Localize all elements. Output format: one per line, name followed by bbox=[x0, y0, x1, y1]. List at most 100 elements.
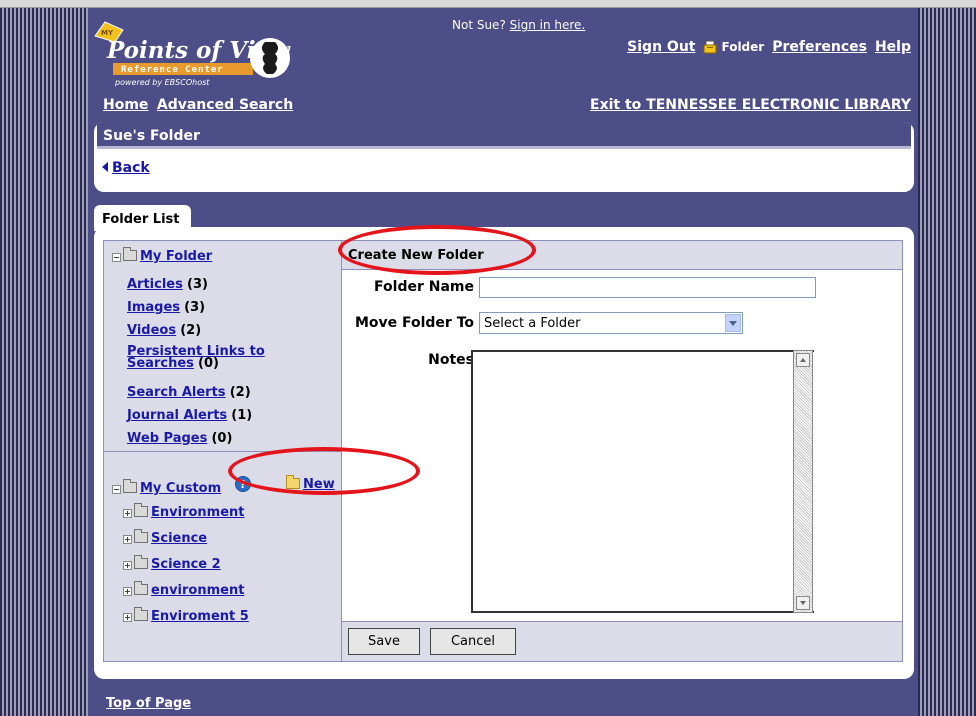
folder-tree: − My Folder Articles (3) Images (3) Video… bbox=[104, 241, 342, 661]
back-label: Back bbox=[112, 160, 150, 176]
folder-name-input[interactable] bbox=[479, 277, 816, 298]
points-of-view-logo[interactable]: MY Points of View Reference Center power… bbox=[93, 20, 303, 92]
top-links: Sign Out Folder Preferences Help bbox=[627, 39, 911, 55]
expand-icon[interactable]: + bbox=[123, 509, 132, 518]
my-custom-link[interactable]: My Custom bbox=[140, 481, 221, 496]
folder-name-label: Folder Name bbox=[374, 279, 474, 295]
tree-item-count: (2) bbox=[180, 323, 202, 338]
new-folder-button[interactable]: New bbox=[286, 475, 335, 492]
main-nav: Home Advanced Search bbox=[103, 97, 297, 113]
tree-item-count: (3) bbox=[184, 300, 206, 315]
top-of-page-wrap: Top of Page bbox=[106, 696, 191, 711]
custom-folder-item[interactable]: + Science 2 bbox=[123, 555, 221, 572]
tree-item-label[interactable]: Images bbox=[127, 300, 180, 315]
new-folder-icon bbox=[286, 475, 300, 489]
my-folder-link[interactable]: My Folder bbox=[140, 249, 212, 264]
folder-stack-icon bbox=[703, 40, 717, 53]
create-folder-heading: Create New Folder bbox=[342, 241, 902, 270]
help-icon[interactable]: ? bbox=[235, 476, 251, 492]
save-button[interactable]: Save bbox=[348, 628, 420, 655]
custom-folder-link[interactable]: Science bbox=[151, 531, 207, 546]
folder-link-label: Folder bbox=[721, 40, 765, 54]
folder-icon bbox=[123, 479, 137, 493]
left-background-stripes bbox=[0, 8, 88, 716]
custom-folder-link[interactable]: Environment bbox=[151, 505, 245, 520]
custom-folder-link[interactable]: Enviroment 5 bbox=[151, 609, 249, 624]
not-user-text: Not Sue? bbox=[452, 18, 506, 32]
folder-icon bbox=[123, 247, 137, 261]
logo-my-text: MY bbox=[101, 29, 114, 37]
back-arrow-icon bbox=[102, 162, 108, 172]
sign-in-link[interactable]: Sign in here. bbox=[510, 18, 586, 32]
custom-folder-item[interactable]: + Environment bbox=[123, 503, 245, 520]
tree-item-label[interactable]: Journal Alerts bbox=[127, 408, 227, 423]
notes-textarea[interactable] bbox=[471, 350, 814, 613]
folder-icon bbox=[134, 503, 148, 517]
tree-root-row: − My Folder bbox=[112, 247, 212, 264]
chevron-down-icon[interactable] bbox=[725, 314, 741, 332]
tree-item-label-line2[interactable]: Searches bbox=[127, 356, 194, 371]
expand-icon[interactable]: + bbox=[123, 535, 132, 544]
tree-item-web-pages[interactable]: Web Pages (0) bbox=[127, 431, 232, 446]
folder-icon bbox=[134, 607, 148, 621]
move-folder-select[interactable]: Select a Folder bbox=[479, 312, 743, 334]
expand-icon[interactable]: + bbox=[123, 613, 132, 622]
tree-item-count: (2) bbox=[229, 385, 251, 400]
right-background-stripes bbox=[918, 8, 976, 716]
help-link[interactable]: Help bbox=[875, 39, 911, 55]
preferences-link[interactable]: Preferences bbox=[772, 39, 867, 55]
logo-powered-text: powered by EBSCOhost bbox=[114, 78, 210, 87]
tree-item-label[interactable]: Articles bbox=[127, 277, 183, 292]
tab-folder-list[interactable]: Folder List bbox=[94, 205, 191, 231]
tree-item-videos[interactable]: Videos (2) bbox=[127, 323, 201, 338]
custom-folder-item[interactable]: + Science bbox=[123, 529, 207, 546]
scroll-up-icon[interactable] bbox=[796, 353, 810, 367]
custom-folder-item[interactable]: + Enviroment 5 bbox=[123, 607, 249, 624]
notes-scrollbar[interactable] bbox=[793, 350, 813, 613]
tree-item-count: (0) bbox=[211, 431, 233, 446]
create-folder-form: Create New Folder Folder Name Move Folde… bbox=[342, 241, 902, 661]
home-link[interactable]: Home bbox=[103, 97, 148, 113]
folder-icon bbox=[134, 581, 148, 595]
folder-content: − My Folder Articles (3) Images (3) Video… bbox=[103, 240, 903, 662]
tree-item-search-alerts[interactable]: Search Alerts (2) bbox=[127, 385, 251, 400]
tree-item-articles[interactable]: Articles (3) bbox=[127, 277, 208, 292]
custom-folder-link[interactable]: Science 2 bbox=[151, 557, 221, 572]
folder-icon bbox=[134, 555, 148, 569]
folder-header-panel: Sue's Folder Back bbox=[94, 122, 914, 192]
tree-item-label[interactable]: Search Alerts bbox=[127, 385, 226, 400]
collapse-icon[interactable]: − bbox=[112, 253, 121, 262]
tree-item-count: (3) bbox=[187, 277, 208, 292]
back-link-wrap: Back bbox=[102, 160, 150, 176]
tree-item-images[interactable]: Images (3) bbox=[127, 300, 205, 315]
move-folder-selected: Select a Folder bbox=[484, 316, 581, 331]
folder-title: Sue's Folder bbox=[97, 122, 911, 149]
tree-item-persistent-links[interactable]: Persistent Links to Searches (0) bbox=[127, 345, 265, 371]
collapse-icon[interactable]: − bbox=[112, 485, 121, 494]
folder-link[interactable]: Folder bbox=[703, 40, 764, 55]
custom-root-row: − My Custom bbox=[112, 479, 221, 496]
expand-icon[interactable]: + bbox=[123, 587, 132, 596]
custom-folder-link[interactable]: environment bbox=[151, 583, 244, 598]
cancel-button[interactable]: Cancel bbox=[430, 628, 516, 655]
notes-label: Notes bbox=[428, 352, 474, 368]
move-folder-label: Move Folder To bbox=[354, 315, 474, 331]
exit-library-link[interactable]: Exit to TENNESSEE ELECTRONIC LIBRARY bbox=[590, 97, 911, 113]
tree-divider bbox=[104, 451, 342, 452]
custom-folder-item[interactable]: + environment bbox=[123, 581, 244, 598]
new-folder-link[interactable]: New bbox=[303, 477, 335, 492]
advanced-search-link[interactable]: Advanced Search bbox=[157, 97, 293, 113]
sign-out-link[interactable]: Sign Out bbox=[627, 39, 695, 55]
expand-icon[interactable]: + bbox=[123, 561, 132, 570]
back-link[interactable]: Back bbox=[102, 160, 150, 176]
form-button-bar: Save Cancel bbox=[342, 621, 902, 661]
tree-item-journal-alerts[interactable]: Journal Alerts (1) bbox=[127, 408, 252, 423]
tree-item-label[interactable]: Web Pages bbox=[127, 431, 207, 446]
top-of-page-link[interactable]: Top of Page bbox=[106, 696, 191, 711]
tree-item-label[interactable]: Videos bbox=[127, 323, 176, 338]
tree-item-count: (0) bbox=[198, 356, 219, 371]
exit-nav: Exit to TENNESSEE ELECTRONIC LIBRARY bbox=[590, 97, 911, 113]
scroll-down-icon[interactable] bbox=[796, 596, 810, 610]
page-container: MY Points of View Reference Center power… bbox=[88, 8, 918, 716]
browser-top-strip bbox=[0, 0, 976, 8]
